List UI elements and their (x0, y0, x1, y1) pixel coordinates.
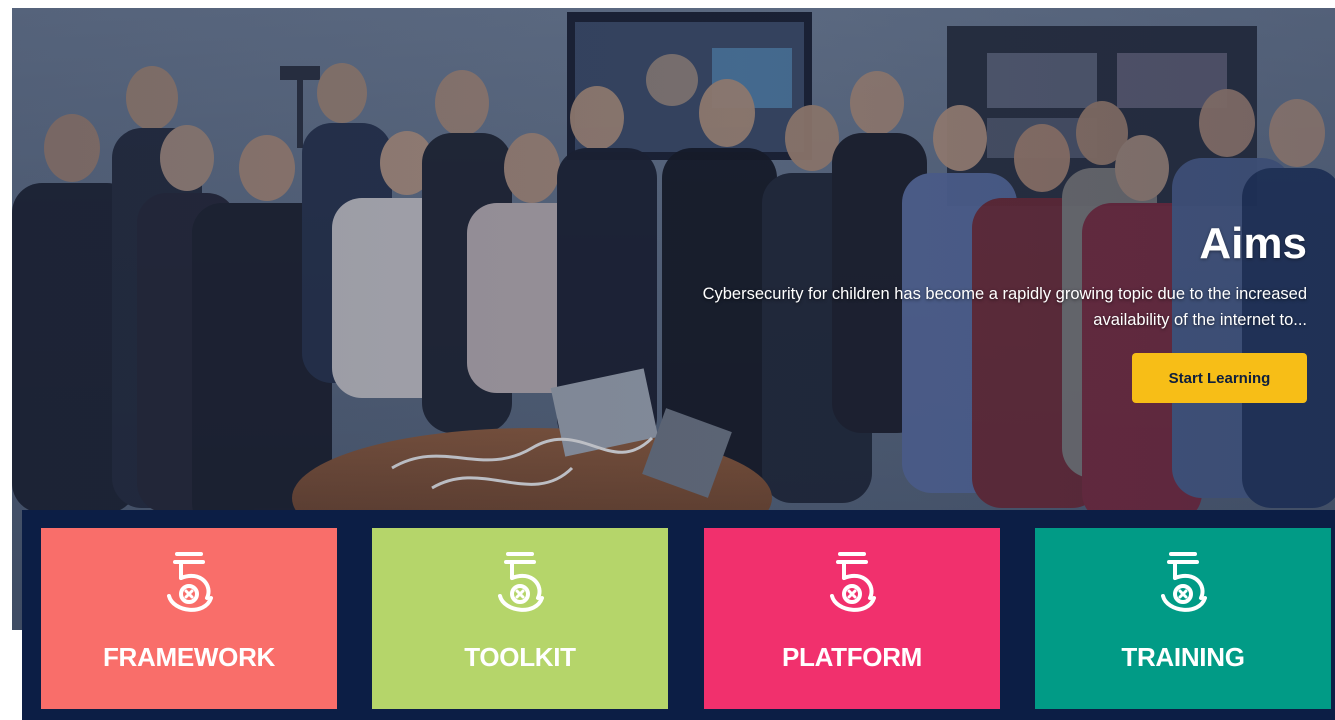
cybersafe-5-logo-icon (167, 552, 213, 612)
card-platform[interactable]: PLATFORM (704, 528, 1000, 709)
page: Aims Cybersecurity for children has beco… (0, 0, 1335, 720)
card-framework[interactable]: FRAMEWORK (41, 528, 337, 709)
cybersafe-5-logo-icon (830, 552, 876, 612)
card-platform-label: PLATFORM (781, 642, 923, 672)
hero-content: Aims Cybersecurity for children has beco… (587, 213, 1307, 403)
hero-description-line-1: Cybersecurity for children has become a … (702, 285, 1307, 303)
cybersafe-5-logo-icon (498, 552, 544, 612)
hero-title: Aims (1199, 219, 1307, 268)
hero-description: Cybersecurity for children has become a … (587, 281, 1307, 333)
start-learning-button[interactable]: Start Learning (1132, 353, 1307, 403)
cybersafe-5-logo-icon (1161, 552, 1207, 612)
pillars-band: FRAMEWORK TOOLKIT PLATFORM TRAINING (22, 510, 1335, 720)
card-training[interactable]: TRAINING (1035, 528, 1331, 709)
card-framework-label: FRAMEWORK (102, 642, 276, 672)
card-training-label: TRAINING (1121, 642, 1245, 672)
card-toolkit-label: TOOLKIT (464, 642, 576, 672)
card-toolkit[interactable]: TOOLKIT (372, 528, 668, 709)
hero-description-line-2: availability of the internet to... (1093, 311, 1307, 329)
